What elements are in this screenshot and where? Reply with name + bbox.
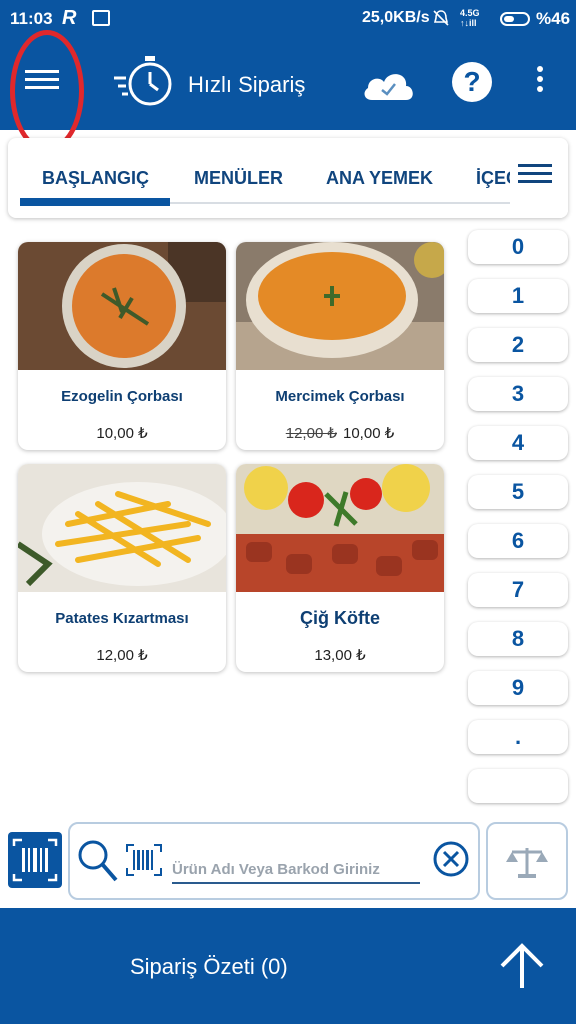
scale-button[interactable] [486,822,568,900]
product-price: 13,00 ₺ [314,647,366,664]
up-arrow-icon[interactable] [496,940,548,992]
battery-level: %46 [536,9,571,28]
product-price: 12,00 ₺ [96,647,148,664]
network-speed: 25,0KB/s [362,9,430,26]
search-input[interactable] [172,856,420,884]
key-7[interactable]: 7 [468,573,568,607]
key-5[interactable]: 5 [468,475,568,509]
help-icon[interactable]: ? [452,62,492,102]
key-1[interactable]: 1 [468,279,568,313]
tab-baslangic[interactable]: BAŞLANGIÇ [42,168,149,189]
order-summary-bar[interactable] [0,908,576,1024]
barcode-scan-button[interactable] [8,832,62,888]
signal-label-top: 4.5G [460,8,480,18]
barcode-icon[interactable] [124,842,164,878]
product-card[interactable]: Patates Kızartması 12,00 ₺ [18,464,226,672]
product-card[interactable]: Çiğ Köfte 13,00 ₺ [236,464,444,672]
key-8[interactable]: 8 [468,622,568,656]
key-blank[interactable] [468,769,568,803]
cloud-check-icon[interactable] [360,66,416,102]
bell-off-icon [432,9,450,32]
product-image [18,464,226,592]
scale-icon [506,848,548,878]
key-4[interactable]: 4 [468,426,568,460]
status-bar: 11:03 R 25,0KB/s 4.5G ↑↓ill %46 [0,0,576,38]
product-image [236,464,444,592]
product-name: Ezogelin Çorbası [61,388,183,405]
battery-icon [500,12,530,26]
signal-indicator: 4.5G ↑↓ill [460,8,480,28]
tab-ana-yemek[interactable]: ANA YEMEK [326,168,433,189]
category-tabs: BAŞLANGIÇ MENÜLER ANA YEMEK İÇEC [8,138,568,218]
status-time: 11:03 [10,9,53,28]
product-name: Patates Kızartması [55,610,189,627]
key-2[interactable]: 2 [468,328,568,362]
key-0[interactable]: 0 [468,230,568,264]
product-image [18,242,226,370]
key-6[interactable]: 6 [468,524,568,558]
highlight-ring [10,30,84,152]
store-icon [92,10,110,26]
product-name: Mercimek Çorbası [275,388,405,405]
key-decimal[interactable]: . [468,720,568,754]
active-tab-indicator [20,198,170,206]
product-name: Çiğ Köfte [300,608,380,628]
product-card[interactable]: Mercimek Çorbası 12,00 ₺ 10,00 ₺ [236,242,444,450]
clear-icon[interactable] [432,840,470,878]
category-list-icon[interactable] [518,164,552,192]
app-header: 11:03 R 25,0KB/s 4.5G ↑↓ill %46 Hızlı Si… [0,0,576,152]
page-title: Hızlı Sipariş [188,72,306,97]
product-old-price: 12,00 ₺ [285,425,337,442]
product-image [236,242,444,370]
more-vert-icon[interactable] [534,66,546,98]
product-price: 10,00 ₺ [96,425,148,442]
signal-label-bottom: ↑↓ill [460,18,477,28]
r-icon: R [62,7,77,29]
search-icon[interactable] [76,838,120,884]
barcode-scan-icon [12,838,58,882]
product-price: 12,00 ₺ 10,00 ₺ [285,425,395,442]
product-card[interactable]: Ezogelin Çorbası 10,00 ₺ [18,242,226,450]
order-summary-label[interactable]: Sipariş Özeti (0) [130,954,288,980]
key-3[interactable]: 3 [468,377,568,411]
tab-menuler[interactable]: MENÜLER [194,168,283,189]
stopwatch-icon [114,56,172,106]
key-9[interactable]: 9 [468,671,568,705]
